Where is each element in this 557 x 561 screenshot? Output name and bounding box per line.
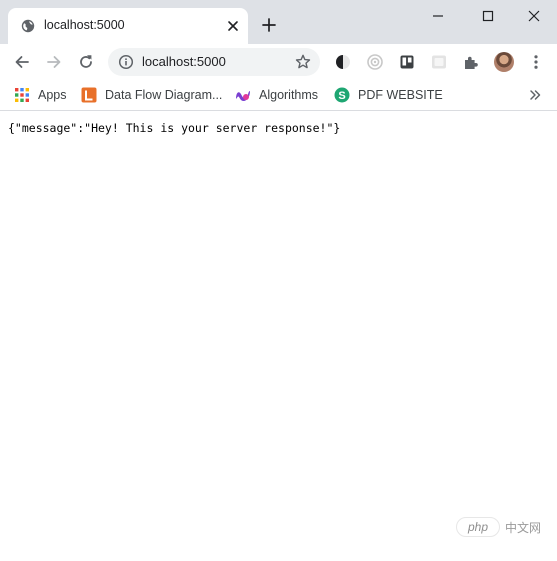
json-response-text: {"message":"Hey! This is your server res… [8, 121, 341, 135]
bookmark-algorithms[interactable]: Algorithms [235, 86, 318, 104]
globe-icon [21, 19, 35, 33]
camera-extension-icon[interactable] [365, 52, 385, 72]
grayscale-extension-icon[interactable] [429, 52, 449, 72]
lucidchart-icon [81, 87, 97, 103]
maximize-icon[interactable] [478, 6, 498, 26]
reload-icon[interactable] [76, 52, 96, 72]
pdf-s-icon: S [334, 87, 350, 103]
tab-close-icon[interactable] [224, 17, 242, 35]
browser-window: localhost:5000 localhost:5000 Apps Data … [0, 0, 557, 561]
watermark-cn: 中文网 [505, 520, 542, 535]
address-bar[interactable]: localhost:5000 [108, 48, 320, 76]
tab-localhost[interactable]: localhost:5000 [8, 8, 248, 44]
bookmark-label: Apps [38, 88, 67, 102]
apps-grid-icon [14, 87, 30, 103]
forward-arrow-icon[interactable] [44, 52, 64, 72]
bookmark-data-flow-diagram[interactable]: Data Flow Diagram... [81, 86, 222, 104]
new-tab-plus-icon[interactable] [260, 16, 278, 34]
window-close-icon[interactable] [524, 6, 544, 26]
info-icon[interactable] [118, 54, 134, 70]
bookmark-label: PDF WEBSITE [358, 88, 443, 102]
bookmark-apps[interactable]: Apps [14, 86, 67, 104]
bookmark-pdf-website[interactable]: S PDF WEBSITE [334, 86, 443, 104]
page-content: {"message":"Hey! This is your server res… [0, 111, 557, 561]
back-arrow-icon[interactable] [12, 52, 32, 72]
chevron-double-right-icon[interactable] [528, 88, 542, 102]
minimize-icon[interactable] [428, 6, 448, 26]
trello-extension-icon[interactable] [397, 52, 417, 72]
url-text[interactable]: localhost:5000 [142, 54, 226, 69]
dark-mode-extension-icon[interactable] [333, 52, 353, 72]
avatar[interactable] [494, 52, 514, 72]
toolbar: localhost:5000 [0, 44, 557, 80]
kebab-menu-icon[interactable] [526, 52, 546, 72]
star-icon[interactable] [294, 53, 312, 71]
bookmark-label: Data Flow Diagram... [105, 88, 223, 102]
bookmarks-bar: Apps Data Flow Diagram... Algorithms S P… [0, 80, 557, 111]
php-cn-watermark: php 中文网 [456, 517, 550, 537]
puzzle-icon[interactable] [461, 52, 481, 72]
watermark-php: php [456, 517, 500, 537]
bookmark-label: Algorithms [259, 88, 319, 102]
svg-text:S: S [338, 90, 345, 102]
tab-strip: localhost:5000 [0, 0, 557, 44]
algorithms-logo-icon [235, 87, 251, 103]
tab-title: localhost:5000 [44, 18, 125, 32]
